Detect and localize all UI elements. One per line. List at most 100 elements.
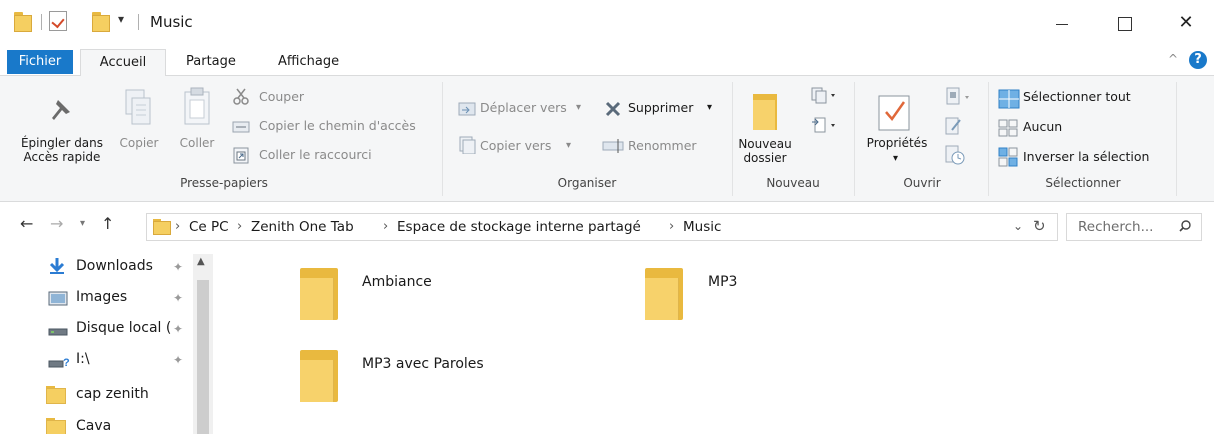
folder-icon	[153, 219, 171, 235]
rename-button[interactable]: Renommer	[628, 136, 697, 156]
folder-item-ambiance[interactable]: Ambiance	[215, 248, 515, 320]
breadcrumb-device[interactable]: Zenith One Tab	[251, 219, 354, 235]
address-history-dropdown[interactable]: ⌄	[1013, 219, 1023, 233]
maximize-button[interactable]	[1104, 8, 1144, 38]
pin-icon[interactable]: ✦	[173, 260, 183, 274]
new-item-icon	[811, 87, 835, 104]
delete-dropdown[interactable]: ▾	[707, 98, 712, 118]
folder-name: MP3	[708, 274, 738, 290]
close-button[interactable]: ✕	[1166, 8, 1206, 38]
open-icon	[946, 87, 969, 105]
scroll-up-arrow-icon[interactable]: ▲	[197, 256, 205, 267]
properties-quick-icon[interactable]	[49, 11, 67, 31]
title-bar: ▾ Music ✕	[0, 0, 1214, 46]
breadcrumb-separator[interactable]: ›	[383, 219, 388, 234]
paste-shortcut-button[interactable]: Coller le raccourci	[259, 145, 372, 165]
folder-icon	[46, 386, 66, 404]
copy-icon	[125, 89, 151, 125]
tab-share[interactable]: Partage	[186, 52, 236, 72]
new-folder-label-2: dossier	[743, 151, 787, 165]
copy-to-button[interactable]: Copier vers	[480, 136, 551, 156]
folder-icon	[645, 268, 683, 320]
folder-icon	[300, 350, 338, 402]
address-bar[interactable]: › Ce PC › Zenith One Tab › Espace de sto…	[146, 213, 1058, 241]
tab-view[interactable]: Affichage	[278, 52, 339, 72]
pin-icon[interactable]: ✦	[173, 353, 183, 367]
folder-item-mp3-avec-paroles[interactable]: MP3 avec Paroles	[215, 330, 515, 402]
breadcrumb-music[interactable]: Music	[683, 219, 721, 235]
copy-to-icon	[459, 136, 476, 154]
divider	[41, 14, 42, 30]
nav-item-cava[interactable]: Cava	[46, 414, 191, 434]
divider	[138, 14, 139, 30]
refresh-icon[interactable]: ↻	[1033, 217, 1046, 235]
delete-button[interactable]: Supprimer	[628, 98, 693, 118]
breadcrumb-separator[interactable]: ›	[669, 219, 674, 234]
navigation-pane: Downloads ✦ Images ✦ Disque local ( ✦ ? …	[0, 248, 215, 434]
window-title: Music	[150, 13, 193, 31]
copy-button[interactable]: Copier	[116, 136, 162, 150]
pin-icon[interactable]: ✦	[173, 291, 183, 305]
select-all-button[interactable]: Sélectionner tout	[1023, 87, 1131, 107]
move-to-button[interactable]: Déplacer vers	[480, 98, 567, 118]
up-arrow-icon[interactable]: ↑	[101, 214, 114, 233]
folder-item-mp3[interactable]: MP3	[560, 248, 860, 320]
nav-item-network-drive[interactable]: ? I:\ ✦	[46, 347, 191, 373]
group-label-open: Ouvrir	[903, 176, 941, 190]
help-icon[interactable]: ?	[1189, 51, 1207, 69]
nav-item-cap-zenith[interactable]: cap zenith	[46, 382, 191, 408]
collapse-ribbon-button[interactable]: ^	[1168, 52, 1178, 66]
divider	[732, 82, 733, 196]
scrollbar-thumb[interactable]	[197, 280, 209, 434]
nav-scrollbar[interactable]: ▲	[193, 254, 213, 434]
nav-item-downloads[interactable]: Downloads ✦	[46, 254, 191, 280]
pin-icon[interactable]: ✦	[173, 322, 183, 336]
group-label-clipboard: Presse-papiers	[180, 176, 268, 190]
properties-button[interactable]: Propriétés	[858, 136, 936, 150]
forward-arrow-icon[interactable]: →	[50, 214, 63, 233]
cut-button[interactable]: Couper	[259, 87, 304, 107]
folder-name: MP3 avec Paroles	[362, 356, 484, 372]
tab-file[interactable]: Fichier	[7, 50, 73, 74]
divider	[988, 82, 989, 196]
back-arrow-icon[interactable]: ←	[20, 214, 33, 233]
tab-home[interactable]: Accueil	[80, 49, 166, 77]
new-folder-quick-icon[interactable]	[92, 12, 112, 32]
minimize-button[interactable]	[1042, 8, 1082, 38]
copy-to-dropdown[interactable]: ▾	[566, 136, 571, 156]
ribbon-tabs: Fichier Accueil Partage Affichage ^ ?	[0, 46, 1214, 77]
divider	[854, 82, 855, 196]
nav-label: I:\	[76, 351, 90, 367]
pin-label-1: Épingler dans	[20, 136, 104, 150]
group-label-select: Sélectionner	[1045, 176, 1121, 190]
paste-button[interactable]: Coller	[172, 136, 222, 150]
download-icon	[49, 258, 65, 274]
folder-icon	[14, 12, 34, 32]
breadcrumb-storage[interactable]: Espace de stockage interne partagé	[397, 219, 641, 235]
select-all-icon	[998, 89, 1020, 109]
easy-access-icon	[812, 117, 835, 133]
breadcrumb-separator[interactable]: ›	[237, 219, 242, 234]
drive-icon	[48, 328, 68, 336]
quick-access-dropdown[interactable]: ▾	[118, 12, 124, 26]
breadcrumb-this-pc[interactable]: Ce PC	[189, 219, 229, 235]
copy-path-icon	[232, 121, 250, 133]
folder-icon	[46, 418, 66, 434]
pin-quick-access-button[interactable]: Épingler dans Accès rapide	[12, 136, 112, 164]
move-to-dropdown[interactable]: ▾	[576, 98, 581, 118]
select-none-button[interactable]: Aucun	[1023, 117, 1062, 137]
nav-item-images[interactable]: Images ✦	[46, 285, 191, 311]
breadcrumb-separator[interactable]: ›	[175, 219, 180, 234]
nav-item-local-disk[interactable]: Disque local ( ✦	[46, 316, 191, 342]
recent-locations-chevron-icon[interactable]: ▾	[80, 218, 85, 229]
folder-name: Ambiance	[362, 274, 432, 290]
properties-dropdown[interactable]: ▾	[893, 149, 898, 169]
search-icon[interactable]	[1179, 220, 1191, 232]
copy-path-button[interactable]: Copier le chemin d'accès	[259, 116, 416, 136]
folder-icon	[300, 268, 338, 320]
new-folder-button[interactable]: Nouveau dossier	[734, 137, 796, 165]
search-box[interactable]: Recherch...	[1066, 213, 1202, 241]
svg-text:?: ?	[63, 357, 70, 369]
nav-label: Images	[76, 289, 128, 305]
invert-selection-button[interactable]: Inverser la sélection	[1023, 147, 1149, 167]
